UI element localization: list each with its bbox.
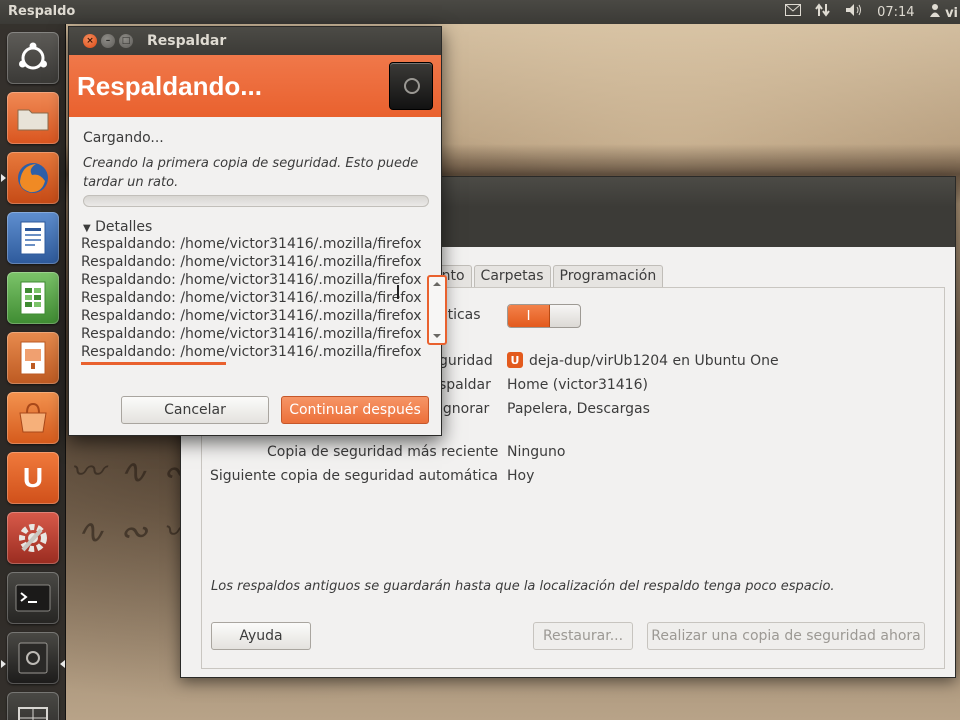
backup-progress-dialog: × – □ Respaldar Respaldando... Cargando.… bbox=[68, 26, 447, 436]
most-recent-backup-label: Copia de seguridad más reciente bbox=[267, 444, 499, 460]
log-line: Respaldando: /home/victor31416/.mozilla/… bbox=[81, 308, 422, 324]
launcher: U bbox=[0, 24, 66, 720]
details-label: Detalles bbox=[95, 219, 153, 235]
log-line: Respaldando: /home/victor31416/.mozilla/… bbox=[81, 326, 422, 342]
network-icon[interactable] bbox=[815, 2, 831, 22]
top-panel: Respaldo 07:14 vi bbox=[0, 0, 960, 24]
log-line: Respaldando: /home/victor31416/.mozilla/… bbox=[81, 254, 422, 270]
writer-icon[interactable] bbox=[7, 212, 59, 264]
ubuntu-one-icon: U bbox=[507, 352, 523, 368]
software-center-icon[interactable] bbox=[7, 392, 59, 444]
status-text: Cargando... bbox=[83, 130, 164, 146]
log-line: Respaldando: /home/victor31416/.mozilla/… bbox=[81, 272, 422, 288]
folders-to-save-label: spaldar bbox=[439, 377, 491, 393]
next-backup-label: Siguiente copia de seguridad automática bbox=[210, 468, 498, 484]
backup-location-value: deja-dup/virUb1204 en Ubuntu One bbox=[529, 353, 779, 369]
tab-bar: ento Carpetas Programación bbox=[426, 265, 665, 287]
folders-to-ignore-value: Papelera, Descargas bbox=[507, 401, 650, 417]
text-cursor-icon bbox=[397, 285, 400, 299]
backup-location-label: guridad bbox=[439, 353, 493, 369]
details-expander[interactable]: ▼ Detalles bbox=[83, 219, 152, 235]
running-indicator bbox=[1, 660, 6, 668]
active-app-title: Respaldo bbox=[8, 4, 76, 19]
scroll-down-icon[interactable] bbox=[433, 334, 441, 338]
volume-icon[interactable] bbox=[845, 3, 863, 21]
impress-icon[interactable] bbox=[7, 332, 59, 384]
dialog-heading: Respaldando... bbox=[77, 71, 262, 101]
system-tray: 07:14 vi bbox=[785, 0, 960, 24]
details-log[interactable]: Respaldando: /home/victor31416/.mozilla/… bbox=[81, 235, 431, 367]
mail-icon[interactable] bbox=[785, 4, 802, 20]
horizontal-scrollbar[interactable] bbox=[81, 362, 226, 365]
desktop-wallpaper-decoration: 〰 ∿ ∾ bbox=[70, 452, 193, 492]
calc-icon[interactable] bbox=[7, 272, 59, 324]
minimize-icon[interactable]: – bbox=[101, 34, 115, 48]
restore-button[interactable]: Restaurar... bbox=[533, 622, 633, 650]
user-icon bbox=[929, 4, 946, 21]
status-subtext: Creando la primera copia de seguridad. E… bbox=[83, 156, 419, 190]
backup-now-button[interactable]: Realizar una copia de seguridad ahora bbox=[647, 622, 925, 650]
cancel-button[interactable]: Cancelar bbox=[121, 396, 269, 424]
firefox-icon[interactable] bbox=[7, 152, 59, 204]
user-name: vi bbox=[945, 6, 958, 21]
toggle-on-label: I bbox=[508, 305, 550, 327]
system-settings-icon[interactable] bbox=[7, 512, 59, 564]
running-indicator bbox=[1, 174, 6, 182]
scroll-up-icon[interactable] bbox=[433, 282, 441, 286]
log-line: Respaldando: /home/victor31416/.mozilla/… bbox=[81, 236, 422, 252]
log-scrollbar[interactable] bbox=[427, 275, 447, 345]
maximize-icon[interactable]: □ bbox=[119, 34, 133, 48]
log-line: Respaldando: /home/victor31416/.mozilla/… bbox=[81, 290, 422, 306]
terminal-icon[interactable] bbox=[7, 572, 59, 624]
continue-later-button[interactable]: Continuar después bbox=[281, 396, 429, 424]
files-icon[interactable] bbox=[7, 92, 59, 144]
dialog-titlebar[interactable]: × – □ Respaldar bbox=[69, 27, 441, 55]
triangle-down-icon: ▼ bbox=[83, 223, 91, 234]
clock[interactable]: 07:14 bbox=[877, 5, 914, 20]
workspaces-icon[interactable] bbox=[7, 692, 59, 720]
tab-folders[interactable]: Carpetas bbox=[473, 265, 551, 287]
folders-to-ignore-label: ignorar bbox=[439, 401, 490, 417]
focused-indicator bbox=[60, 660, 65, 668]
close-icon[interactable]: × bbox=[83, 34, 97, 48]
dialog-title: Respaldar bbox=[147, 33, 227, 49]
automatic-backup-toggle[interactable]: I bbox=[507, 304, 581, 328]
log-line: Respaldando: /home/victor31416/.mozilla/… bbox=[81, 344, 422, 360]
retention-note: Los respaldos antiguos se guardarán hast… bbox=[211, 579, 835, 594]
next-backup-value: Hoy bbox=[507, 468, 535, 484]
help-button[interactable]: Ayuda bbox=[211, 622, 311, 650]
user-menu[interactable]: vi bbox=[929, 3, 958, 21]
backup-icon[interactable] bbox=[7, 632, 59, 684]
progress-bar bbox=[83, 195, 429, 207]
dialog-header: Respaldando... bbox=[69, 55, 441, 117]
ubuntu-one-icon[interactable]: U bbox=[7, 452, 59, 504]
safe-icon bbox=[389, 62, 433, 110]
folders-to-save-value: Home (victor31416) bbox=[507, 377, 648, 393]
most-recent-backup-value: Ninguno bbox=[507, 444, 566, 460]
tab-schedule[interactable]: Programación bbox=[552, 265, 664, 287]
dash-icon[interactable] bbox=[7, 32, 59, 84]
